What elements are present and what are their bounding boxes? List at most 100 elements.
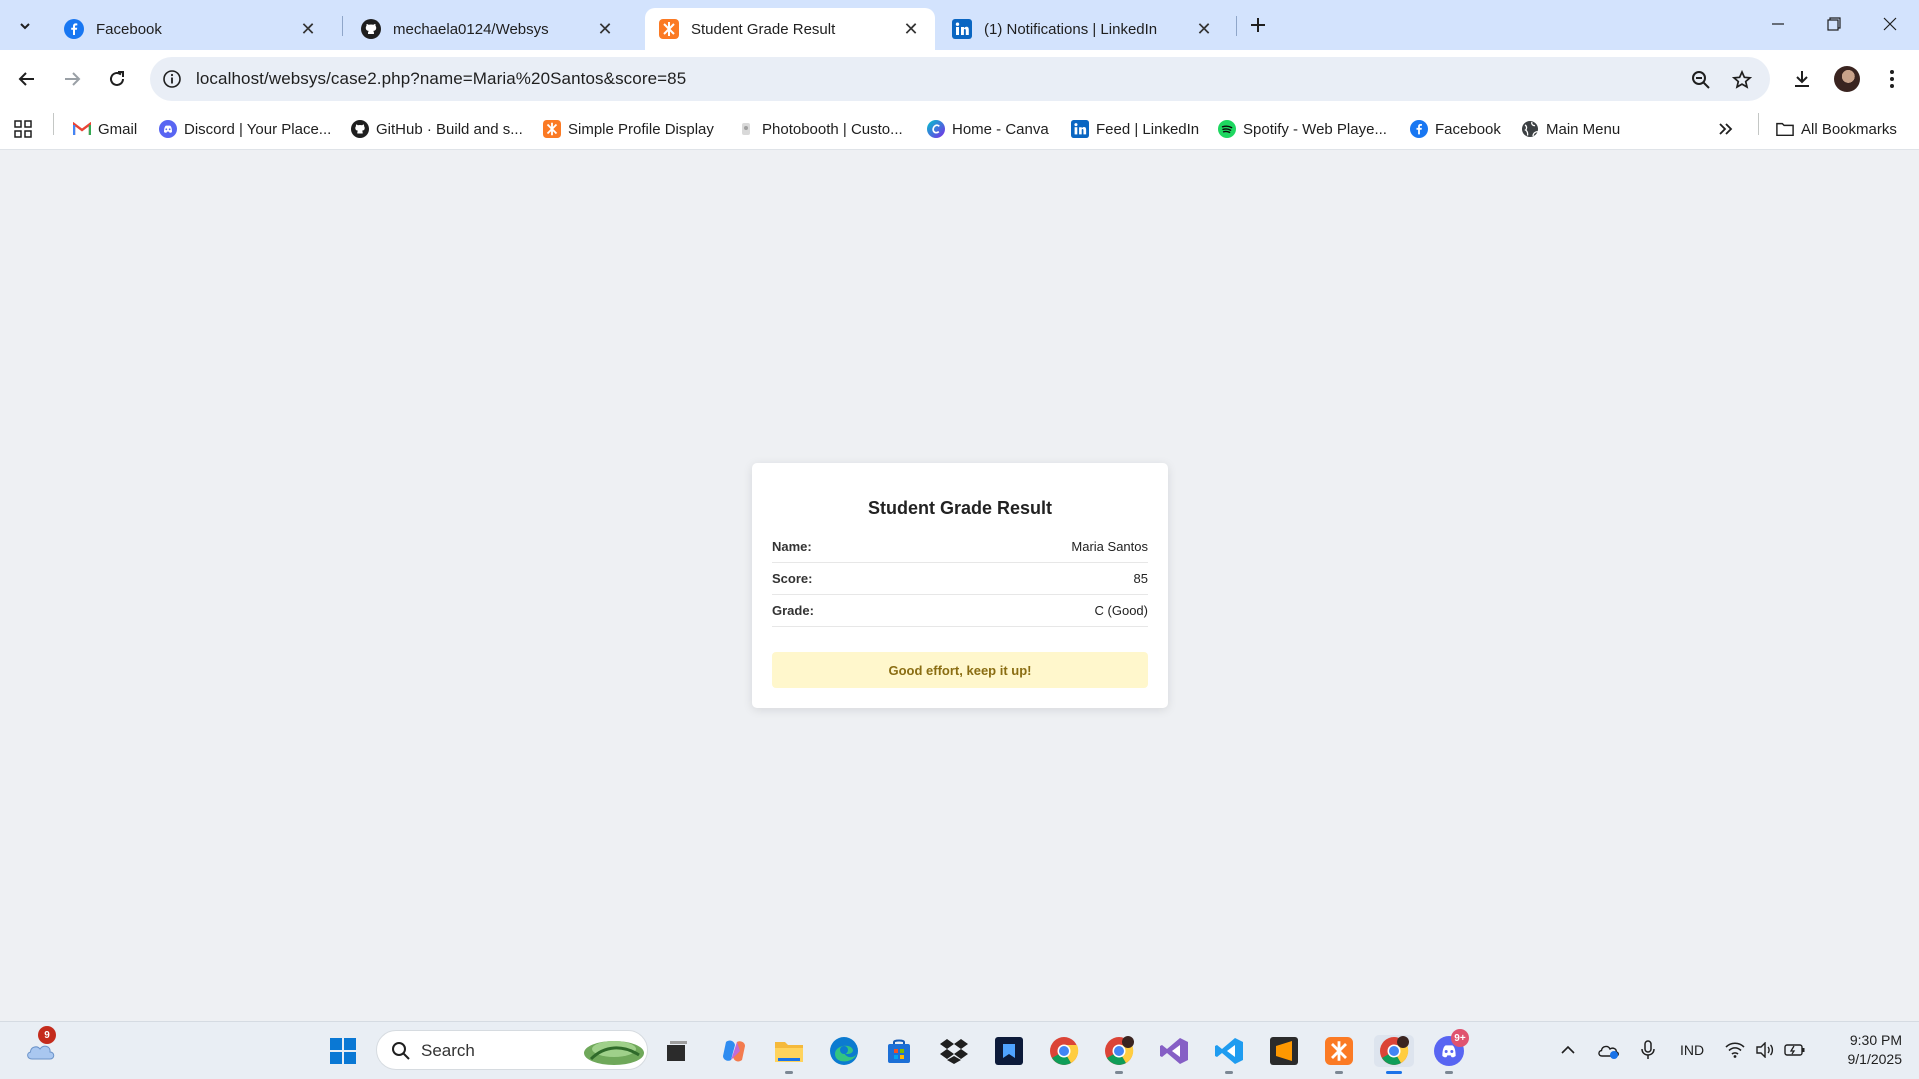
bookmark-main-menu[interactable]: Main Menu [1521,116,1620,142]
taskbar-chrome-profile[interactable] [1103,1035,1135,1074]
bookmark-github[interactable]: GitHub · Build and s... [351,116,523,142]
reload-button[interactable] [99,61,135,97]
close-icon[interactable]: ✕ [595,19,615,39]
taskbar-visual-studio[interactable] [1158,1035,1190,1067]
apps-button[interactable] [14,116,39,142]
vscode-icon [1215,1038,1243,1064]
running-indicator [1335,1071,1343,1074]
close-window-button[interactable] [1862,0,1918,48]
close-icon[interactable]: ✕ [901,19,921,39]
tab-title: Facebook [96,20,162,38]
menu-button[interactable] [1874,61,1910,97]
start-button[interactable] [327,1035,359,1067]
url-text[interactable]: localhost/websys/case2.php?name=Maria%20… [196,69,686,89]
bookmark-label: Spotify - Web Playe... [1243,120,1387,138]
active-indicator [1386,1071,1402,1074]
microphone-icon[interactable] [1636,1038,1660,1062]
tab-title: (1) Notifications | LinkedIn [984,20,1158,38]
search-highlight-icon [584,1041,644,1065]
taskbar-discord[interactable]: 9+ [1433,1029,1469,1074]
bookmark-photobooth[interactable]: Photobooth | Custo... [737,116,903,142]
tab-linkedin[interactable]: (1) Notifications | LinkedIn ✕ [938,8,1228,50]
bookmark-linkedin-feed[interactable]: Feed | LinkedIn [1071,116,1199,142]
taskbar-chrome[interactable] [1048,1035,1080,1067]
edge-icon [830,1037,858,1065]
more-bookmarks-button[interactable] [1717,116,1742,142]
bookmark-simple-profile-display[interactable]: Simple Profile Display [543,116,714,142]
taskbar-microsoft-store[interactable] [883,1035,915,1067]
address-bar[interactable]: localhost/websys/case2.php?name=Maria%20… [150,57,1770,101]
github-icon [351,120,369,138]
name-label: Name: [772,539,812,554]
minimize-icon [1772,23,1784,25]
zoom-icon[interactable] [1690,69,1712,91]
minimize-button[interactable] [1750,0,1806,48]
tab-title: Student Grade Result [691,20,836,38]
visual-studio-icon [1160,1038,1188,1064]
tab-search-button[interactable] [10,11,40,41]
taskbar-dropbox[interactable] [938,1035,970,1067]
all-bookmarks-button[interactable]: All Bookmarks [1776,116,1897,142]
app-icon [995,1037,1023,1065]
clock-time: 9:30 PM [1849,1032,1902,1048]
canva-icon [927,120,945,138]
running-indicator [1225,1071,1233,1074]
grade-row: Grade: C (Good) [772,595,1148,627]
tab-student-grade-result[interactable]: Student Grade Result ✕ [645,8,935,50]
tab-github[interactable]: mechaela0124/Websys ✕ [347,8,629,50]
language-indicator[interactable]: IND [1680,1042,1704,1058]
taskbar-copilot[interactable] [718,1035,750,1067]
bookmark-star-icon[interactable] [1731,69,1753,91]
bookmark-discord[interactable]: Discord | Your Place... [159,116,331,142]
forward-button[interactable] [54,61,90,97]
bookmark-facebook[interactable]: Facebook [1410,116,1501,142]
profile-button[interactable] [1829,61,1865,97]
close-icon [1883,17,1897,31]
clock-date: 9/1/2025 [1847,1051,1903,1067]
name-row: Name: Maria Santos [772,531,1148,563]
download-icon [1795,71,1809,87]
taskbar-search[interactable]: Search [376,1030,648,1070]
xampp-icon [659,19,679,39]
tab-facebook[interactable]: Facebook ✕ [50,8,332,50]
notification-badge: 9 [38,1026,56,1044]
bookmark-spotify[interactable]: Spotify - Web Playe... [1218,116,1387,142]
taskbar-chrome-active[interactable] [1374,1035,1414,1074]
chrome-icon [1380,1036,1409,1065]
globe-icon [1521,120,1539,138]
xampp-icon [1325,1037,1353,1065]
feedback-message: Good effort, keep it up! [772,652,1148,688]
taskbar-xampp[interactable] [1323,1035,1355,1074]
wifi-icon[interactable] [1724,1039,1746,1061]
bookmark-canva[interactable]: Home - Canva [927,116,1049,142]
info-icon[interactable] [162,69,182,89]
score-label: Score: [772,571,813,586]
system-clock[interactable]: 9:30 PM 9/1/2025 [1826,1031,1903,1069]
taskbar-vscode[interactable] [1213,1035,1245,1074]
volume-icon[interactable] [1754,1039,1776,1061]
back-button[interactable] [9,61,45,97]
weather-widget[interactable]: 9 [24,1026,56,1067]
downloads-button[interactable] [1784,61,1820,97]
search-icon [392,1042,410,1060]
new-tab-button[interactable] [1244,11,1272,39]
chevron-up-icon[interactable] [1556,1038,1580,1062]
taskbar-file-explorer[interactable] [773,1035,805,1074]
linkedin-icon [1071,120,1089,138]
apps-grid-icon [14,120,32,138]
restore-button[interactable] [1806,0,1862,48]
taskbar-sublime[interactable] [1268,1035,1300,1067]
chrome-icon [1105,1036,1134,1065]
bookmark-label: Home - Canva [952,120,1049,138]
taskbar-app-dark[interactable] [993,1035,1025,1067]
bookmark-gmail[interactable]: Gmail [73,116,137,142]
arrow-right-icon [65,72,81,86]
xampp-icon [543,120,561,138]
taskbar-task-view[interactable] [661,1035,693,1067]
onedrive-icon[interactable] [1596,1038,1620,1062]
close-icon[interactable]: ✕ [298,19,318,39]
close-icon[interactable]: ✕ [1194,19,1214,39]
taskbar-edge[interactable] [828,1035,860,1067]
battery-icon[interactable] [1784,1039,1806,1061]
bookmark-label: Feed | LinkedIn [1096,120,1200,138]
